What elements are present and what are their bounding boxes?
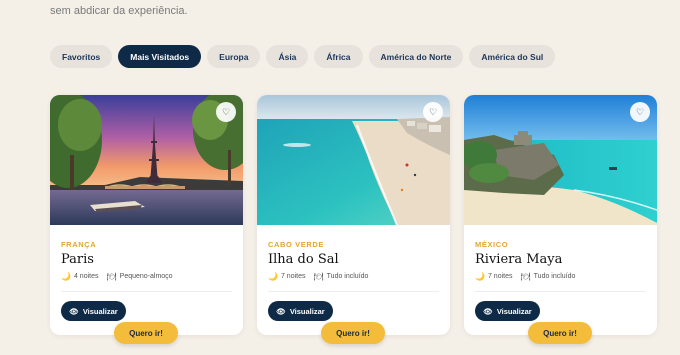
tab-america-do-sul[interactable]: América do Sul — [469, 45, 556, 68]
view-button-label: Visualizar — [82, 306, 118, 316]
nights-text: 4 noites — [73, 273, 99, 280]
plate-icon: 🍽 — [106, 272, 117, 281]
eye-icon: 👁 — [483, 306, 493, 316]
eye-icon: 👁 — [69, 306, 79, 316]
moon-icon: 🌙 — [61, 272, 71, 281]
eye-icon: 👁 — [276, 306, 286, 316]
moon-icon: 🌙 — [268, 272, 278, 281]
tab-europa[interactable]: Europa — [207, 45, 261, 68]
intro-text: sem abdicar da experiência. — [50, 5, 188, 17]
card-city: Paris — [61, 252, 94, 267]
destination-card-paris: ♡ FRANÇA Paris 🌙 4 noites 🍽 Pequeno-almoço… — [50, 95, 243, 344]
want-to-go-button[interactable]: Quero ir! — [528, 322, 592, 344]
riviera-maya-image: ♡ — [464, 95, 657, 225]
plan-text: Tudo incluído — [326, 273, 369, 280]
favorite-heart-icon[interactable]: ♡ — [216, 102, 236, 122]
want-to-go-button[interactable]: Quero ir! — [321, 322, 385, 344]
want-to-go-button[interactable]: Quero ir! — [114, 322, 178, 344]
favorite-heart-icon[interactable]: ♡ — [630, 102, 650, 122]
card-meta: 🌙 4 noites 🍽 Pequeno-almoço — [61, 272, 173, 281]
card-city: Riviera Maya — [475, 252, 563, 267]
card-city: Ilha do Sal — [268, 252, 339, 267]
card-meta: 🌙 7 noites 🍽 Tudo incluído — [475, 272, 575, 281]
destination-card-ilha-do-sal: ♡ CABO VERDE Ilha do Sal 🌙 7 noites 🍽 Tudo… — [257, 95, 450, 344]
destination-filter-tabs: Favoritos Mais Visitados Europa Ásia Áfr… — [50, 45, 556, 68]
plan-text: Tudo incluído — [533, 273, 576, 280]
tab-mais-visitados[interactable]: Mais Visitados — [118, 45, 202, 68]
view-button[interactable]: 👁 Visualizar — [268, 301, 333, 321]
card-country: CABO VERDE — [268, 240, 325, 249]
card-meta: 🌙 7 noites 🍽 Tudo incluído — [268, 272, 368, 281]
plan-text: Pequeno-almoço — [119, 273, 173, 280]
plate-icon: 🍽 — [520, 272, 531, 281]
nights-text: 7 noites — [280, 273, 306, 280]
paris-image: ♡ — [50, 95, 243, 225]
card-divider — [268, 291, 439, 292]
card-divider — [61, 291, 232, 292]
card-country: MÉXICO — [475, 240, 509, 249]
view-button-label: Visualizar — [496, 306, 532, 316]
card-country: FRANÇA — [61, 240, 97, 249]
view-button[interactable]: 👁 Visualizar — [475, 301, 540, 321]
view-button[interactable]: 👁 Visualizar — [61, 301, 126, 321]
tab-america-do-norte[interactable]: América do Norte — [368, 45, 464, 68]
view-button-label: Visualizar — [289, 306, 325, 316]
card-divider — [475, 291, 646, 292]
destination-card-riviera-maya: ♡ MÉXICO Riviera Maya 🌙 7 noites 🍽 Tudo in… — [464, 95, 657, 344]
tab-favoritos[interactable]: Favoritos — [50, 45, 113, 68]
favorite-heart-icon[interactable]: ♡ — [423, 102, 443, 122]
tab-asia[interactable]: Ásia — [266, 45, 309, 68]
nights-text: 7 noites — [487, 273, 513, 280]
ilha-do-sal-image: ♡ — [257, 95, 450, 225]
moon-icon: 🌙 — [475, 272, 485, 281]
tab-africa[interactable]: África — [314, 45, 363, 68]
plate-icon: 🍽 — [313, 272, 324, 281]
